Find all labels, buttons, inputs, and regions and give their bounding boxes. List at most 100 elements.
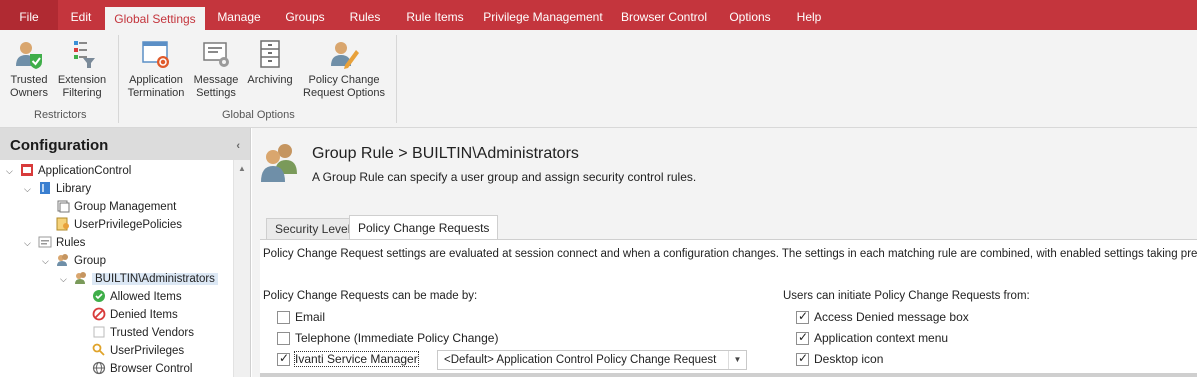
desktop-icon-label: Desktop icon: [814, 352, 884, 366]
extension-filtering-label-2: Filtering: [62, 87, 102, 99]
tree-scrollbar[interactable]: ▲: [233, 160, 250, 377]
page-title: Group Rule > BUILTIN\Administrators: [312, 145, 579, 162]
trusted-vendors-icon: [93, 326, 105, 338]
menu-options[interactable]: Options: [720, 0, 780, 30]
policy-change-request-options-button[interactable]: Policy Change Request Options: [300, 38, 388, 100]
tree-item-trusted-vendors[interactable]: Trusted Vendors: [92, 324, 194, 342]
chevron-down-icon[interactable]: ⌵: [60, 274, 70, 285]
tree-label: Rules: [56, 237, 86, 249]
tree-label: Library: [56, 183, 92, 195]
tree-label: Group: [74, 255, 106, 267]
ribbon: Trusted Owners Extension Filtering Restr…: [0, 30, 1197, 128]
group-rule-icon: [261, 144, 297, 182]
collapse-icon[interactable]: ‹: [236, 128, 240, 164]
scroll-up-icon[interactable]: ▲: [238, 164, 246, 173]
tree-item-allowed-items[interactable]: Allowed Items: [92, 288, 182, 306]
tree-label: UserPrivileges: [110, 345, 185, 357]
user-privilege-policies-icon: [56, 217, 69, 231]
menu-manage[interactable]: Manage: [208, 0, 270, 30]
access-denied-label: Access Denied message box: [814, 310, 969, 324]
tree-item-library[interactable]: Library: [38, 180, 91, 198]
tree-label: Denied Items: [110, 309, 178, 321]
tree-item-denied-items[interactable]: Denied Items: [92, 306, 178, 324]
ivanti-service-manager-checkbox[interactable]: [277, 351, 290, 366]
menu-browser-control[interactable]: Browser Control: [612, 0, 716, 30]
tree-item-group-management[interactable]: Group Management: [56, 198, 176, 216]
global-options-group-label: Global Options: [222, 109, 295, 121]
rules-icon: [38, 236, 52, 248]
trusted-owners-label-1: Trusted: [10, 74, 48, 86]
extension-filtering-icon: [74, 41, 95, 68]
telephone-checkbox[interactable]: [277, 332, 290, 345]
extension-filtering-button[interactable]: Extension Filtering: [56, 38, 108, 100]
policy-change-label-1: Policy Change: [308, 74, 380, 86]
check-circle-icon: [93, 290, 105, 302]
chevron-down-icon[interactable]: ⌵: [42, 256, 52, 267]
chevron-down-icon[interactable]: ▼: [728, 351, 746, 369]
ribbon-separator: [396, 35, 397, 123]
application-control-icon: [21, 164, 33, 176]
menu-edit[interactable]: Edit: [60, 0, 102, 30]
made-by-heading: Policy Change Requests can be made by:: [263, 290, 478, 302]
key-icon: [92, 343, 105, 356]
application-termination-label-2: Termination: [127, 87, 185, 99]
archiving-button[interactable]: Archiving: [246, 38, 294, 87]
initiate-from-heading: Users can initiate Policy Change Request…: [783, 290, 1030, 302]
tree-label-selected: BUILTIN\Administrators: [92, 273, 218, 285]
globe-icon: [92, 361, 106, 375]
policy-change-requests-panel: Policy Change Request settings are evalu…: [260, 239, 1197, 373]
menu-rule-items[interactable]: Rule Items: [396, 0, 474, 30]
library-icon: [40, 182, 50, 194]
message-settings-button[interactable]: Message Settings: [192, 38, 240, 100]
main-content: Group Rule > BUILTIN\Administrators A Gr…: [252, 128, 1197, 377]
tree-label: Group Management: [74, 201, 177, 213]
tree-item-browser-control[interactable]: Browser Control: [92, 360, 192, 378]
denied-icon: [92, 307, 106, 321]
tree-label: UserPrivilegePolicies: [74, 219, 183, 231]
application-termination-button[interactable]: Application Termination: [126, 38, 186, 100]
configuration-title: Configuration: [10, 137, 109, 154]
telephone-label: Telephone (Immediate Policy Change): [295, 331, 499, 345]
desktop-icon-checkbox[interactable]: [796, 351, 809, 366]
trusted-owners-button[interactable]: Trusted Owners: [6, 38, 52, 100]
menu-groups[interactable]: Groups: [274, 0, 336, 30]
menu-privilege-management[interactable]: Privilege Management: [478, 0, 608, 30]
group-management-icon: [57, 200, 70, 213]
context-menu-checkbox[interactable]: [796, 330, 809, 345]
archiving-label: Archiving: [247, 74, 293, 86]
tab-security-level[interactable]: Security Level: [266, 218, 360, 239]
page-subtitle: A Group Rule can specify a user group an…: [312, 170, 697, 184]
ivanti-service-manager-label: Ivanti Service Manager: [294, 351, 419, 367]
chevron-down-icon[interactable]: ⌵: [24, 238, 34, 249]
trusted-owners-label-2: Owners: [10, 87, 48, 99]
dropdown-value: <Default> Application Control Policy Cha…: [444, 354, 717, 366]
message-settings-icon: [203, 42, 229, 67]
menu-bar: File Edit Global Settings Manage Groups …: [0, 0, 1197, 30]
email-label: Email: [295, 310, 326, 324]
chevron-down-icon[interactable]: ⌵: [6, 166, 16, 177]
tree-item-rules[interactable]: Rules: [38, 234, 85, 252]
archiving-icon: [260, 40, 280, 68]
tab-policy-change-requests[interactable]: Policy Change Requests: [349, 215, 499, 239]
policy-change-request-dropdown[interactable]: <Default> Application Control Policy Cha…: [437, 350, 747, 370]
message-settings-label-1: Message: [193, 74, 239, 86]
application-termination-label-1: Application: [129, 74, 183, 86]
tree-item-user-privilege-policies[interactable]: UserPrivilegePolicies: [56, 216, 182, 234]
extension-filtering-label-1: Extension: [57, 74, 107, 86]
policy-change-label-2: Request Options: [303, 87, 385, 99]
tree-item-user-privileges[interactable]: UserPrivileges: [92, 342, 184, 360]
chevron-down-icon[interactable]: ⌵: [24, 184, 34, 195]
trusted-owners-icon: [16, 42, 42, 69]
context-menu-label: Application context menu: [814, 331, 949, 345]
email-checkbox[interactable]: [277, 311, 290, 324]
panel-description: Policy Change Request settings are evalu…: [263, 248, 1197, 260]
menu-file[interactable]: File: [0, 0, 58, 30]
tree-item-builtin-administrators[interactable]: BUILTIN\Administrators: [74, 270, 218, 288]
tree-item-group[interactable]: Group: [56, 252, 106, 270]
menu-help[interactable]: Help: [784, 0, 834, 30]
menu-global-settings[interactable]: Global Settings: [105, 7, 205, 30]
ribbon-separator: [118, 35, 119, 123]
access-denied-checkbox[interactable]: [796, 309, 809, 324]
menu-rules[interactable]: Rules: [340, 0, 390, 30]
tree-item-application-control[interactable]: ApplicationControl: [20, 162, 131, 180]
